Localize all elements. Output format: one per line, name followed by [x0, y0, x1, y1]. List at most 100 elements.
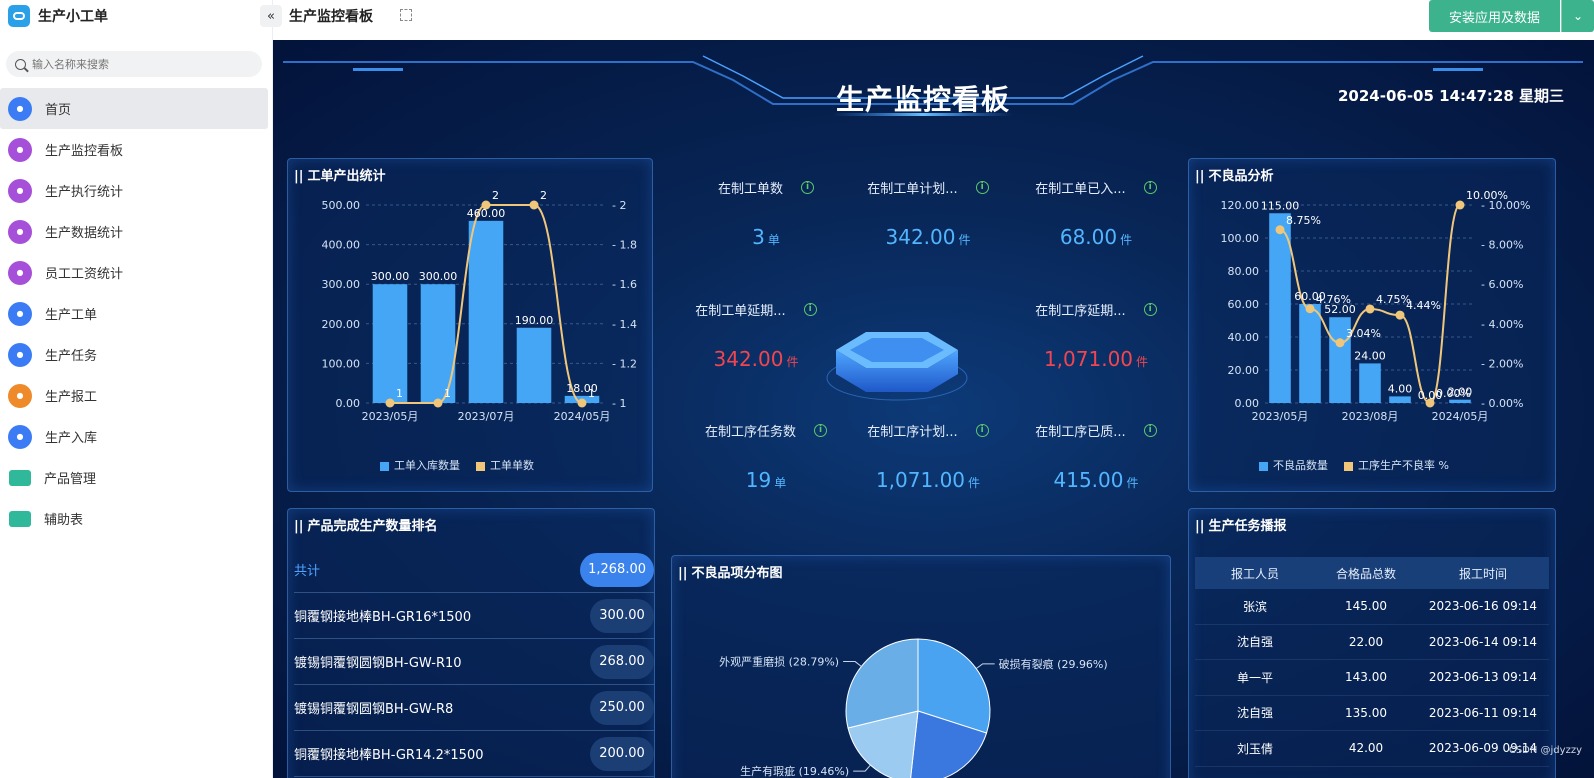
fullscreen-icon[interactable]	[400, 9, 412, 21]
kpi-value-row: 19 单	[691, 468, 841, 492]
search-box[interactable]	[6, 51, 262, 77]
brand[interactable]: 生产小工单	[8, 4, 108, 28]
sidebar-item-label: 生产任务	[45, 349, 98, 364]
bar	[468, 220, 504, 403]
ranking-row[interactable]: 镀锡铜覆钢圆钢BH-GW-R10 268.00	[294, 639, 654, 685]
collapse-sidebar-icon[interactable]: «	[260, 5, 282, 27]
bar	[1359, 363, 1381, 403]
search-input[interactable]	[32, 57, 232, 71]
kpi-value: 415.00	[1053, 468, 1124, 492]
y2-tick-label: - 4.00%	[1481, 318, 1523, 331]
kpi-value-row: 342.00 件	[853, 225, 1003, 249]
sidebar-item[interactable]: ● 生产任务	[0, 334, 268, 375]
legend-label: 工单入库数量	[394, 459, 460, 472]
sidebar-item[interactable]: ● 生产工单	[0, 293, 268, 334]
table-cell: 42.00	[1348, 741, 1384, 756]
table-cell: 2023-06-13 09:14	[1428, 670, 1538, 685]
info-icon[interactable]: i	[803, 303, 817, 316]
sidebar-item-label: 生产监控看板	[45, 144, 124, 159]
sidebar-item[interactable]: ● 首页	[0, 88, 268, 129]
kpi-label: 在制工单已入...	[1035, 182, 1126, 197]
legend-item[interactable]: 工单入库数量	[380, 457, 460, 473]
task-table: 报工人员 合格品总数 报工时间 张滨 145.00 2023-06-16 09:14 沈自…	[1195, 557, 1549, 767]
bar-data-label: 4.00	[1388, 382, 1413, 395]
info-icon[interactable]: i	[1143, 424, 1157, 437]
sidebar-item[interactable]: ● 生产入库	[0, 416, 268, 457]
pie-label: 破损有裂痕 (29.96%)	[999, 657, 1108, 671]
kpi-value: 3	[752, 225, 765, 249]
legend-item[interactable]: 工序生产不良率 %	[1344, 457, 1449, 473]
pie-leader-line	[975, 663, 995, 670]
sidebar-item[interactable]: 产品管理	[0, 457, 268, 498]
bar	[1389, 396, 1411, 403]
column-header[interactable]: 报工人员	[1195, 565, 1315, 582]
table-body[interactable]: 张滨 145.00 2023-06-16 09:14 沈自强 22.00 2023-06-…	[1195, 589, 1549, 767]
defect-chart: 0.00 20.00 40.00 60.00 80.00 100.00 120.00 - 0.…	[1221, 189, 1531, 423]
info-icon[interactable]: i	[1143, 181, 1157, 194]
bar-data-label: 300.00	[419, 270, 458, 283]
info-icon[interactable]: i	[1143, 303, 1157, 316]
panel-title: 生产任务播报	[1195, 515, 1287, 534]
sidebar-item-label: 生产执行统计	[45, 185, 124, 200]
sidebar: 生产小工单 ● 首页 ● 生产监控看板 ● 生产执行统计 ● 生产数据统计 ● 员工工资统计 ● 生产…	[0, 0, 273, 778]
document-icon: ●	[8, 424, 32, 449]
home-icon: ●	[8, 137, 32, 162]
legend-swatch	[1344, 461, 1353, 471]
ranking-value: 1,268.00	[580, 552, 654, 587]
ranking-row[interactable]: 共计 1,268.00	[294, 547, 654, 593]
table-row[interactable]: 刘玉倩 42.00 2023-06-09 09:14	[1195, 731, 1549, 767]
install-app-button[interactable]: 安装应用及数据	[1429, 0, 1560, 32]
ranking-row[interactable]: 镀锡铜覆钢圆钢BH-GW-R8 250.00	[294, 685, 654, 731]
y2-tick-label: - 0.00%	[1481, 397, 1523, 410]
bar	[372, 284, 408, 403]
kpi-value-row: 342.00 件	[681, 347, 831, 371]
line-data-label: 2	[540, 189, 547, 202]
kpi-card: 在制工单已入... i 68.00 件	[1021, 178, 1171, 249]
sidebar-item-label: 员工工资统计	[45, 267, 124, 282]
kpi-label: 在制工序延期...	[1035, 304, 1126, 319]
kpi-value: 1,071.00	[1043, 347, 1134, 371]
info-icon[interactable]: i	[801, 181, 814, 194]
kpi-label: 在制工单计划...	[867, 182, 958, 197]
line-point	[577, 398, 587, 408]
kpi-value-row: 68.00 件	[1021, 225, 1171, 249]
table-row[interactable]: 沈自强 135.00 2023-06-11 09:14	[1195, 696, 1549, 731]
y-tick-label: 60.00	[1228, 298, 1260, 311]
column-header[interactable]: 合格品总数	[1315, 565, 1417, 582]
sidebar-item[interactable]: ● 生产监控看板	[0, 129, 268, 170]
table-row[interactable]: 单一平 143.00 2023-06-13 09:14	[1195, 660, 1549, 696]
sidebar-item-label: 首页	[45, 103, 72, 118]
ranking-name: 共计	[294, 564, 321, 579]
kpi-value: 19	[745, 468, 772, 492]
kpi-label-row: 在制工序计划... i	[853, 421, 1003, 440]
table-cell: 沈自强	[1236, 706, 1273, 721]
document-icon: ●	[8, 301, 32, 326]
x-tick-label: 2023/05月	[1252, 410, 1309, 423]
line-data-label: 4.44%	[1406, 299, 1441, 312]
legend-item[interactable]: 工单单数	[476, 457, 534, 473]
sidebar-item[interactable]: ● 员工工资统计	[0, 252, 268, 293]
sidebar-item[interactable]: ● 生产执行统计	[0, 170, 268, 211]
y-tick-label: 400.00	[322, 239, 361, 252]
chevron-down-icon[interactable]: ⌄	[1561, 0, 1594, 32]
kpi-label-row: 在制工单已入... i	[1021, 178, 1171, 197]
sidebar-item[interactable]: ● 生产数据统计	[0, 211, 268, 252]
kpi-label-row: 在制工单数 i	[691, 178, 841, 197]
table-row[interactable]: 张滨 145.00 2023-06-16 09:14	[1195, 589, 1549, 625]
ranking-row[interactable]: 铜覆钢接地棒BH-GR14.2*1500 200.00	[294, 731, 654, 777]
legend-item[interactable]: 不良品数量	[1259, 457, 1328, 473]
ranking-row[interactable]: 铜覆钢接地棒BH-GR16*1500 300.00	[294, 593, 654, 639]
table-row[interactable]: 沈自强 22.00 2023-06-14 09:14	[1195, 625, 1549, 660]
kpi-value-row: 3单	[691, 225, 841, 249]
info-icon[interactable]: i	[814, 424, 827, 437]
info-icon[interactable]: i	[975, 181, 989, 194]
info-icon[interactable]: i	[975, 424, 989, 437]
kpi-value: 68.00	[1059, 225, 1118, 249]
sidebar-item[interactable]: ● 生产报工	[0, 375, 268, 416]
ranking-value: 250.00	[590, 690, 654, 725]
kpi-unit: 件	[968, 476, 981, 490]
ranking-name: 镀锡铜覆钢圆钢BH-GW-R10	[294, 656, 462, 671]
sidebar-item[interactable]: 辅助表	[0, 498, 268, 539]
folder-icon	[9, 469, 31, 486]
defect-pie-chart: 破损有裂痕 (29.96%) 生产有瑕疵 (19.46%) 外观严重磨损 (28.7…	[719, 638, 1108, 778]
